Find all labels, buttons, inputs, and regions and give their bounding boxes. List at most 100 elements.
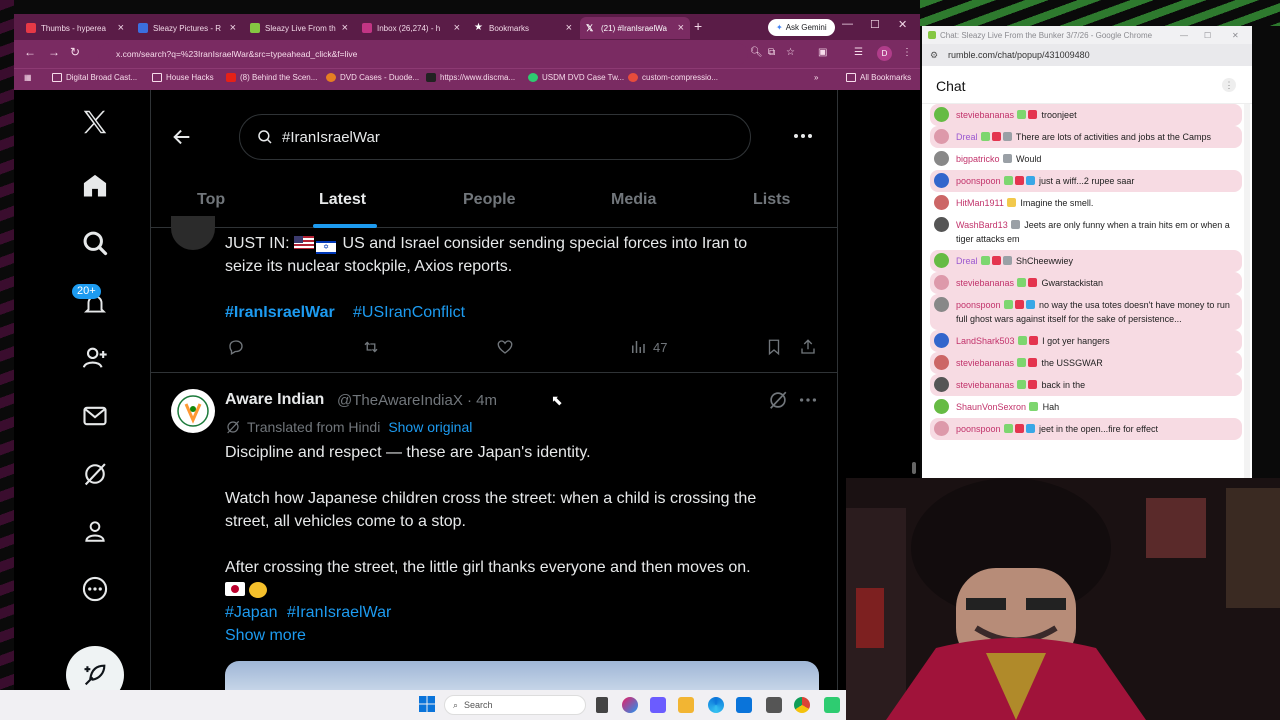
app-icon[interactable]: [824, 697, 840, 713]
chat-scrollbar[interactable]: [1244, 104, 1250, 478]
close-icon[interactable]: ×: [678, 22, 684, 34]
avatar[interactable]: [934, 151, 949, 166]
browser-tab-4[interactable]: Inbox (26,274) - h ×: [356, 17, 466, 39]
bookmark-item[interactable]: DVD Cases - Duode...: [326, 73, 419, 82]
chat-address-bar[interactable]: ⚙ rumble.com/chat/popup/431009480: [922, 44, 1252, 66]
app-icon[interactable]: [766, 697, 782, 713]
apps-icon[interactable]: ▦: [24, 73, 32, 82]
menu-icon[interactable]: ⋮: [902, 47, 912, 58]
more-options-icon[interactable]: [797, 389, 819, 416]
close-icon[interactable]: ×: [118, 22, 124, 34]
bookmark-item[interactable]: https://www.discma...: [426, 73, 515, 82]
repost-icon[interactable]: [361, 338, 381, 356]
edge-icon[interactable]: [708, 697, 724, 713]
copilot-icon[interactable]: [622, 697, 638, 713]
avatar[interactable]: [934, 107, 949, 122]
grok-icon[interactable]: [767, 389, 789, 416]
views-stat[interactable]: 47: [629, 338, 667, 356]
all-bookmarks[interactable]: All Bookmarks: [846, 73, 911, 82]
browser-tab-2[interactable]: Sleazy Pictures - R ×: [132, 17, 242, 39]
avatar[interactable]: [171, 389, 215, 433]
avatar[interactable]: [934, 399, 949, 414]
tab-lists[interactable]: Lists: [753, 172, 790, 228]
follow-icon[interactable]: [79, 342, 111, 374]
taskbar-search[interactable]: ⌕ Search: [444, 695, 586, 715]
bookmark-item[interactable]: Digital Broad Cast...: [52, 73, 137, 82]
tab-media[interactable]: Media: [611, 172, 656, 228]
like-icon[interactable]: [495, 338, 515, 356]
back-arrow-icon[interactable]: ←: [24, 45, 36, 59]
chat-username[interactable]: poonspoon: [956, 424, 1001, 434]
author-handle[interactable]: @TheAwareIndiaX · 4m: [337, 392, 497, 409]
maximize-button[interactable]: ☐: [870, 18, 880, 31]
install-icon[interactable]: ⧉: [768, 47, 775, 58]
chevron-right-icon[interactable]: »: [814, 73, 818, 82]
back-arrow-icon[interactable]: [171, 126, 193, 153]
chat-username[interactable]: Dreal: [956, 256, 978, 266]
minimize-button[interactable]: —: [1180, 31, 1188, 40]
chat-username[interactable]: steviebananas: [956, 278, 1014, 288]
reply-icon[interactable]: [227, 338, 245, 356]
bookmark-item[interactable]: USDM DVD Case Tw...: [528, 73, 624, 82]
author-name[interactable]: Aware Indian: [225, 391, 324, 409]
bookmark-star-icon[interactable]: ☆: [786, 47, 795, 58]
chat-username[interactable]: LandShark503: [956, 336, 1015, 346]
browser-tab-1[interactable]: Thumbs - hyperea ×: [20, 17, 130, 39]
avatar[interactable]: [934, 253, 949, 268]
search-input[interactable]: #IranIsraelWar: [239, 114, 751, 160]
chat-username[interactable]: ShaunVonSexron: [956, 402, 1026, 412]
chat-username[interactable]: steviebananas: [956, 380, 1014, 390]
chat-username[interactable]: bigpatricko: [956, 154, 1000, 164]
windows-start-icon[interactable]: [418, 695, 436, 718]
chat-username[interactable]: WashBard13: [956, 220, 1008, 230]
messages-icon[interactable]: [79, 400, 111, 432]
task-view-icon[interactable]: [596, 697, 608, 713]
chat-menu-icon[interactable]: ⋮: [1222, 78, 1236, 92]
share-icon[interactable]: [799, 338, 817, 356]
bookmark-item[interactable]: custom-compressio...: [628, 73, 718, 82]
avatar[interactable]: [934, 421, 949, 436]
avatar[interactable]: [934, 297, 949, 312]
home-icon[interactable]: [79, 170, 111, 202]
hashtag-link[interactable]: #Japan: [225, 601, 278, 624]
more-circle-icon[interactable]: [79, 573, 111, 605]
store-icon[interactable]: [736, 697, 752, 713]
tweet-media-image[interactable]: [225, 661, 819, 690]
zoom-icon[interactable]: 🔍︎: [750, 47, 763, 58]
browser-tab-6[interactable]: 𝕏 (21) #IranIsraelWa ×: [580, 17, 690, 39]
profile-icon[interactable]: [79, 515, 111, 547]
profile-avatar[interactable]: D: [877, 46, 892, 61]
maximize-button[interactable]: ☐: [1204, 31, 1211, 40]
chat-username[interactable]: poonspoon: [956, 176, 1001, 186]
tweet[interactable]: Aware Indian @TheAwareIndiaX · 4m Transl…: [151, 373, 837, 690]
sidepanel-icon[interactable]: ▣: [818, 47, 827, 58]
x-logo-icon[interactable]: [79, 106, 111, 138]
chat-message-list[interactable]: steviebananas troonjeet Dreal There are l…: [930, 104, 1242, 478]
chat-username[interactable]: Dreal: [956, 132, 978, 142]
close-icon[interactable]: ×: [230, 22, 236, 34]
hashtag-link[interactable]: #IranIsraelWar: [225, 301, 335, 324]
app-icon[interactable]: [650, 697, 666, 713]
hashtag-link[interactable]: #USIranConflict: [353, 301, 465, 324]
chrome-icon[interactable]: [794, 697, 810, 713]
chat-username[interactable]: HitMan1911: [956, 198, 1004, 208]
close-window-button[interactable]: ✕: [1232, 31, 1239, 40]
hashtag-link[interactable]: #IranIsraelWar: [287, 601, 391, 624]
show-more-link[interactable]: Show more: [225, 624, 306, 647]
minimize-button[interactable]: —: [842, 18, 853, 30]
tab-people[interactable]: People: [463, 172, 515, 228]
compose-post-button[interactable]: [66, 646, 124, 690]
ask-gemini-button[interactable]: ✦ Ask Gemini: [768, 19, 835, 36]
tweet[interactable]: JUST IN: ✡ US and Israel consider sendin…: [151, 216, 837, 373]
avatar[interactable]: [934, 173, 949, 188]
new-tab-button[interactable]: +: [694, 18, 702, 34]
search-icon[interactable]: [79, 227, 111, 259]
browser-tab-3[interactable]: Sleazy Live From th ×: [244, 17, 354, 39]
file-explorer-icon[interactable]: [678, 697, 694, 713]
avatar[interactable]: [171, 216, 215, 250]
chat-username[interactable]: poonspoon: [956, 300, 1001, 310]
browser-tab-5[interactable]: ★ Bookmarks ×: [468, 17, 578, 39]
tab-latest[interactable]: Latest: [319, 172, 366, 228]
bookmark-item[interactable]: House Hacks: [152, 73, 214, 82]
close-window-button[interactable]: ✕: [898, 18, 907, 31]
